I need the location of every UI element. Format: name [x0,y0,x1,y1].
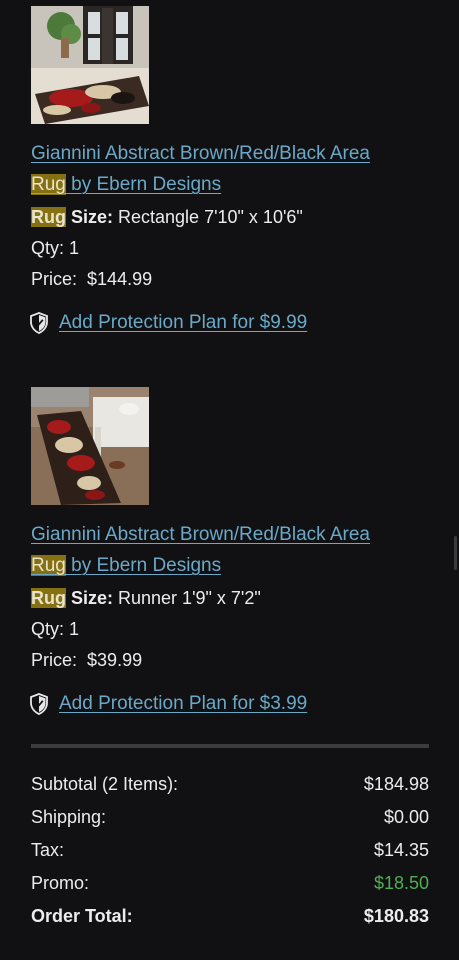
subtotal-value: $184.98 [363,774,429,794]
size-value: Rectangle 7'10" x 10'6" [113,207,303,227]
product-qty: Qty: 1 [31,238,80,258]
scrollbar[interactable] [454,536,457,570]
product-title-brand: by Ebern Designs [65,174,222,195]
price-value: $144.99 [87,269,153,289]
product-price: Price: $39.99 [31,645,431,676]
runner-rug-photo-icon [31,387,149,505]
product-image[interactable] [31,6,149,124]
promo-label: Promo: [31,873,90,893]
price-label: Price: [31,269,78,289]
product-size: Rug Size: Runner 1'9" x 7'2" [31,583,431,614]
search-highlight: Rug [31,207,66,227]
subtotal-row: Subtotal (2 Items): $184.98 [31,768,429,801]
product-title-link[interactable]: Giannini Abstract Brown/Red/Black Area Ru… [31,519,431,581]
cart-page: Giannini Abstract Brown/Red/Black Area Ru… [0,0,459,960]
tax-value: $14.35 [373,840,429,860]
order-total-value: $180.83 [363,906,429,926]
size-value: Runner 1'9" x 7'2" [113,588,261,608]
product-title-brand: by Ebern Designs [65,555,222,576]
product-price: Price: $144.99 [31,264,431,295]
promo-value: $18.50 [373,873,429,893]
summary-divider [31,744,429,748]
order-total-row: Order Total: $180.83 [31,900,429,933]
promo-row: Promo: $18.50 [31,867,429,900]
shipping-label: Shipping: [31,807,107,827]
search-highlight: Rug [31,555,66,576]
tax-row: Tax: $14.35 [31,834,429,867]
rug-photo-icon [31,6,149,124]
shipping-value: $0.00 [383,807,429,827]
product-size: Rug Size: Rectangle 7'10" x 10'6" [31,202,431,233]
product-image[interactable] [31,387,149,505]
cart-item: Giannini Abstract Brown/Red/Black Area Ru… [30,6,431,337]
product-qty: Qty: 1 [31,619,80,639]
add-protection-plan-link[interactable]: Add Protection Plan for $9.99 [59,312,307,334]
shield-check-icon [30,693,48,715]
price-value: $39.99 [87,650,143,670]
product-title-link[interactable]: Giannini Abstract Brown/Red/Black Area Ru… [31,138,431,200]
cart-item: Giannini Abstract Brown/Red/Black Area Ru… [30,387,431,718]
search-highlight: Rug [31,588,66,608]
tax-label: Tax: [31,840,65,860]
product-title-main: Giannini Abstract Brown/Red/Black Area [31,524,371,545]
order-total-label: Order Total: [31,906,133,926]
shield-check-icon [30,312,48,334]
order-summary: Subtotal (2 Items): $184.98 Shipping: $0… [31,768,429,933]
protection-plan[interactable]: Add Protection Plan for $9.99 [30,309,431,337]
size-label: Size: [66,588,114,608]
search-highlight: Rug [31,174,66,195]
protection-plan[interactable]: Add Protection Plan for $3.99 [30,690,431,718]
price-label: Price: [31,650,78,670]
shipping-row: Shipping: $0.00 [31,801,429,834]
size-label: Size: [66,207,114,227]
product-title-main: Giannini Abstract Brown/Red/Black Area [31,143,371,164]
subtotal-label: Subtotal (2 Items): [31,774,179,794]
add-protection-plan-link[interactable]: Add Protection Plan for $3.99 [59,693,307,715]
